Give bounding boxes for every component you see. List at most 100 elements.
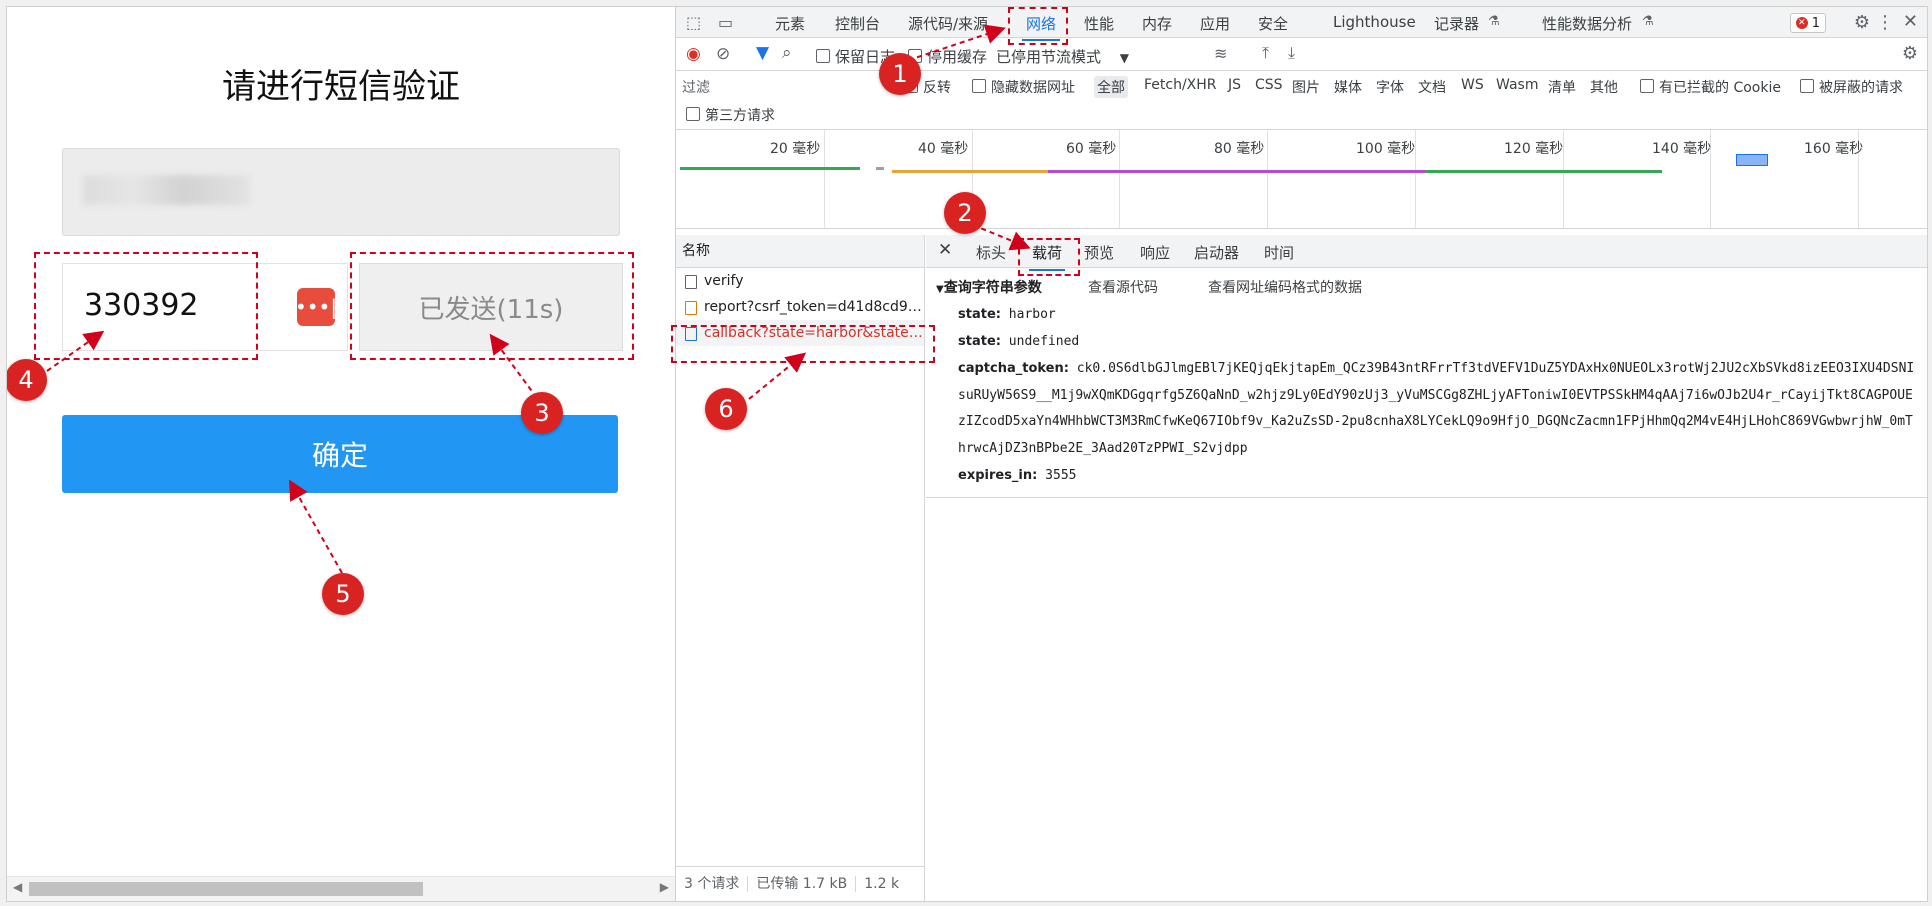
tick-label: 140 毫秒 [1652, 141, 1712, 157]
document-icon [685, 327, 697, 341]
tab-response[interactable]: 响应 [1140, 242, 1170, 263]
filter-type-css[interactable]: CSS [1255, 77, 1283, 93]
record-stop-icon[interactable]: ◉ [686, 44, 701, 64]
tab-payload[interactable]: 载荷 [1028, 242, 1066, 271]
filter-type-js[interactable]: JS [1228, 77, 1241, 93]
request-list: 名称 verify report?csrf_token=d41d8cd98...… [676, 235, 925, 901]
filter-type-ws[interactable]: WS [1461, 77, 1484, 93]
filter-type-wasm[interactable]: Wasm [1496, 77, 1538, 93]
timeline-gridline [824, 130, 825, 228]
tab-sources[interactable]: 源代码/来源 [908, 13, 988, 34]
horizontal-scrollbar[interactable]: ◀ ▶ [7, 876, 675, 901]
checkbox-icon [972, 79, 986, 93]
throttling-select[interactable]: 已停用节流模式 ▼ [996, 46, 1129, 67]
timeline-bar-response [1426, 170, 1662, 173]
error-count: 1 [1811, 15, 1820, 31]
phone-number-field[interactable] [62, 148, 620, 236]
filter-icon[interactable]: ▼ [756, 43, 769, 63]
chevron-down-icon: ▼ [1119, 51, 1130, 65]
filter-type-doc[interactable]: 文档 [1418, 77, 1446, 97]
tick-label: 60 毫秒 [1066, 141, 1117, 157]
invert-label: 反转 [923, 80, 951, 96]
filter-type-other[interactable]: 其他 [1590, 77, 1618, 97]
page-title: 请进行短信验证 [222, 67, 460, 107]
close-devtools-icon[interactable]: ✕ [1903, 11, 1918, 32]
disable-cache-checkbox[interactable]: 停用缓存 [908, 46, 987, 67]
tab-lighthouse[interactable]: Lighthouse [1333, 13, 1416, 31]
tab-elements[interactable]: 元素 [775, 13, 805, 34]
blocked-cookies-label: 有已拦截的 Cookie [1659, 80, 1781, 96]
timeline-gridline [1119, 130, 1120, 228]
import-har-icon[interactable]: ⤒ [1262, 43, 1269, 63]
request-row-report[interactable]: report?csrf_token=d41d8cd98... [676, 294, 924, 320]
tab-performance-insights[interactable]: 性能数据分析 [1542, 13, 1632, 34]
confirm-button[interactable]: 确定 [62, 415, 618, 493]
scroll-right-icon[interactable]: ▶ [660, 880, 669, 894]
tab-headers[interactable]: 标头 [976, 242, 1006, 263]
transferred-size: 已传输 1.7 kB [748, 876, 857, 892]
more-options-icon[interactable]: ⋮ [1876, 12, 1894, 33]
filter-input[interactable]: 过滤 [682, 77, 902, 97]
device-toolbar-icon[interactable]: ▭ [718, 13, 733, 32]
hide-data-urls-checkbox[interactable]: 隐藏数据网址 [972, 77, 1075, 97]
filter-type-media[interactable]: 媒体 [1334, 77, 1362, 97]
param-key: captcha_token: [958, 361, 1069, 376]
flask-icon: ⚗ [1642, 14, 1654, 29]
tick-label: 40 毫秒 [918, 141, 969, 157]
scroll-left-icon[interactable]: ◀ [13, 880, 22, 894]
tab-application[interactable]: 应用 [1200, 13, 1230, 34]
view-url-encoded-link[interactable]: 查看网址编码格式的数据 [1208, 277, 1362, 297]
document-icon [685, 275, 697, 289]
third-party-checkbox[interactable]: 第三方请求 [686, 105, 775, 125]
param-value: harbor [1008, 307, 1056, 322]
tab-performance[interactable]: 性能 [1084, 13, 1114, 34]
view-source-link[interactable]: 查看源代码 [1088, 277, 1158, 297]
inspect-element-icon[interactable]: ⬚ [686, 13, 701, 32]
resources-size: 1.2 k [864, 876, 900, 892]
filter-type-img[interactable]: 图片 [1292, 77, 1320, 97]
filter-type-manifest[interactable]: 清单 [1548, 77, 1576, 97]
filter-type-fetch-xhr[interactable]: Fetch/XHR [1144, 77, 1217, 93]
param-row: expires_in: 3555 [958, 463, 1076, 490]
settings-gear-icon[interactable]: ⚙ [1854, 12, 1870, 33]
checkbox-icon [1800, 79, 1814, 93]
request-row-callback[interactable]: callback?state=harbor&state=... [676, 320, 924, 346]
close-detail-icon[interactable]: ✕ [938, 240, 952, 260]
tab-timing[interactable]: 时间 [1264, 242, 1294, 263]
scrollbar-thumb[interactable] [29, 882, 423, 896]
sms-code-input[interactable]: 330392 •••| [62, 263, 348, 351]
password-key-icon[interactable]: •••| [295, 288, 337, 326]
query-params-section-header[interactable]: ▼查询字符串参数 [936, 277, 1042, 297]
hide-data-urls-label: 隐藏数据网址 [991, 80, 1075, 96]
tab-security[interactable]: 安全 [1258, 13, 1288, 34]
checkbox-icon [1640, 79, 1654, 93]
tab-memory[interactable]: 内存 [1142, 13, 1172, 34]
error-count-badge[interactable]: ✕ 1 [1789, 13, 1826, 33]
devtools-tabbar: ⬚ ▭ 元素 控制台 源代码/来源 网络 性能 内存 应用 安全 Lightho… [676, 7, 1927, 41]
tab-console[interactable]: 控制台 [835, 13, 880, 34]
flask-icon: ⚗ [1488, 14, 1500, 29]
invert-checkbox[interactable]: 反转 [904, 77, 951, 97]
network-settings-gear-icon[interactable]: ⚙ [1902, 43, 1918, 64]
filter-type-font[interactable]: 字体 [1376, 77, 1404, 97]
export-har-icon[interactable]: ⤓ [1288, 43, 1295, 63]
blocked-requests-label: 被屏蔽的请求 [1819, 80, 1903, 96]
clear-icon[interactable]: ⊘ [716, 44, 730, 64]
timeline-load-marker [1736, 154, 1768, 166]
tab-network[interactable]: 网络 [1021, 13, 1061, 41]
tab-preview[interactable]: 预览 [1084, 242, 1114, 263]
network-timeline-overview[interactable]: 20 毫秒 40 毫秒 60 毫秒 80 毫秒 100 毫秒 120 毫秒 14… [676, 130, 1927, 229]
request-count: 3 个请求 [676, 876, 749, 892]
blocked-requests-checkbox[interactable]: 被屏蔽的请求 [1800, 77, 1903, 97]
send-code-button[interactable]: 已发送(11s) [359, 263, 623, 351]
preserve-log-checkbox[interactable]: 保留日志 [816, 46, 895, 67]
filter-type-all[interactable]: 全部 [1094, 76, 1128, 98]
tab-initiator[interactable]: 启动器 [1194, 242, 1239, 263]
network-conditions-icon[interactable]: ≋ [1214, 44, 1227, 63]
request-row-verify[interactable]: verify [676, 268, 924, 294]
timeline-bar-report [892, 170, 1048, 173]
name-column-header[interactable]: 名称 [676, 235, 924, 268]
tab-recorder[interactable]: 记录器 [1434, 13, 1479, 34]
search-icon[interactable]: ⌕ [782, 43, 792, 63]
blocked-cookies-checkbox[interactable]: 有已拦截的 Cookie [1640, 77, 1781, 97]
